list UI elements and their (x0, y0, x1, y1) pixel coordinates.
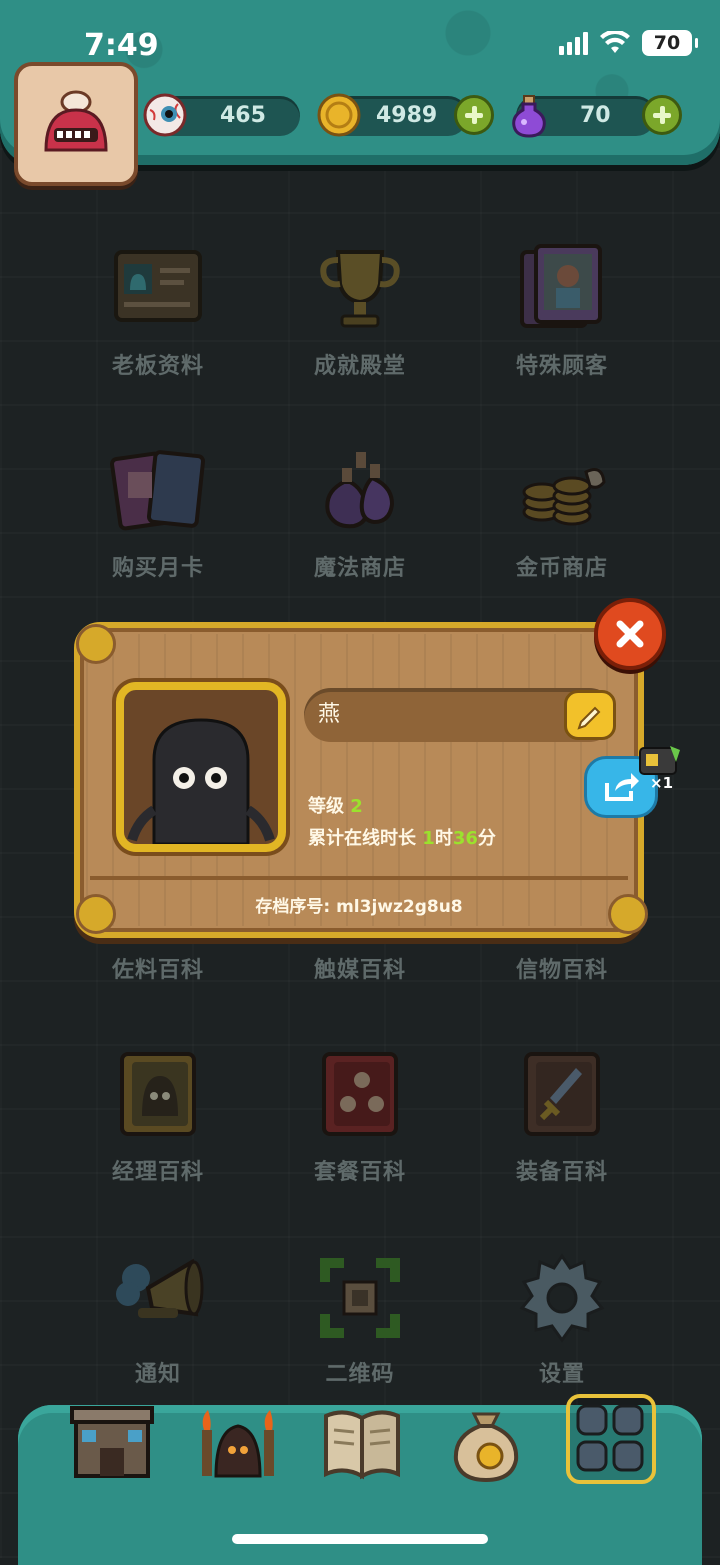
wifi-icon (600, 31, 630, 53)
menu-qr-code[interactable]: 二维码 (270, 1248, 450, 1418)
add-potion-button[interactable] (642, 95, 682, 135)
manager-book-icon (120, 1052, 196, 1136)
level-value: 2 (350, 796, 363, 817)
menu-buy-monthly-card[interactable]: 购买月卡 (68, 442, 248, 612)
restaurant-nav-icon[interactable] (70, 1400, 154, 1484)
status-time: 7:49 (84, 28, 159, 63)
kitchen-monster-nav-icon[interactable] (196, 1400, 280, 1484)
potion-icon (512, 95, 546, 138)
player-avatar[interactable] (14, 62, 138, 186)
edit-name-button[interactable] (564, 690, 616, 740)
corner-ornament (76, 624, 116, 664)
qr-code-icon (320, 1258, 400, 1338)
menu-gold-shop[interactable]: 金币商店 (472, 442, 652, 612)
player-name: 燕 (318, 702, 341, 727)
eyeball-icon (143, 93, 187, 137)
meal-book-icon (322, 1052, 398, 1136)
eyeball-value: 465 (220, 103, 266, 128)
recipe-book-nav-icon[interactable] (320, 1400, 404, 1484)
grid-menu-icon (576, 1404, 644, 1472)
menu-nav-button-active[interactable] (566, 1394, 656, 1484)
gear-icon (519, 1253, 605, 1343)
home-indicator[interactable] (232, 1534, 488, 1544)
share-reward-count: ×1 (650, 774, 674, 792)
trophy-icon (320, 250, 400, 328)
archive-id: 存档序号: ml3jwz2g8u8 (255, 897, 463, 917)
megaphone-icon (116, 1258, 204, 1318)
coin-icon (317, 93, 361, 137)
menu-boss-profile[interactable]: 老板资料 (68, 240, 248, 410)
shadow-character-icon (127, 718, 275, 844)
profile-dialog: 燕 等级 2 累计在线时长 1时36分 存档序号: ml3jwz2g8u8 (74, 622, 648, 938)
magic-potion-shop-icon (325, 452, 395, 529)
equipment-book-icon (524, 1052, 600, 1136)
dialog-divider (90, 876, 628, 880)
close-button[interactable] (594, 598, 666, 670)
customer-cards-icon (520, 244, 602, 328)
level-line: 等级 2 (308, 796, 363, 817)
online-time-line: 累计在线时长 1时36分 (308, 828, 496, 849)
close-icon (616, 620, 644, 648)
battery-icon: 70 (642, 30, 698, 56)
status-icons: 70 (559, 30, 698, 56)
menu-magic-shop[interactable]: 魔法商店 (270, 442, 450, 612)
character-portrait (116, 682, 286, 852)
menu-achievement-hall[interactable]: 成就殿堂 (270, 240, 450, 410)
share-icon (605, 773, 639, 801)
chef-monster-icon (44, 90, 108, 152)
potion-value: 70 (580, 103, 611, 128)
menu-manager-encyclopedia[interactable]: 经理百科 (68, 1046, 248, 1216)
coin-value: 4989 (376, 103, 438, 128)
menu-notifications[interactable]: 通知 (68, 1248, 248, 1418)
profile-card-icon (114, 250, 202, 322)
add-coin-button[interactable] (454, 95, 494, 135)
gold-shop-icon (522, 468, 606, 526)
menu-equipment-encyclopedia[interactable]: 装备百科 (472, 1046, 652, 1216)
menu-meal-encyclopedia[interactable]: 套餐百科 (270, 1046, 450, 1216)
money-bag-nav-icon[interactable] (444, 1400, 528, 1484)
signal-icon (559, 31, 588, 55)
monthly-card-icon (110, 450, 206, 531)
pencil-icon (577, 706, 601, 730)
menu-settings[interactable]: 设置 (472, 1248, 652, 1418)
menu-special-customers[interactable]: 特殊顾客 (472, 240, 652, 410)
